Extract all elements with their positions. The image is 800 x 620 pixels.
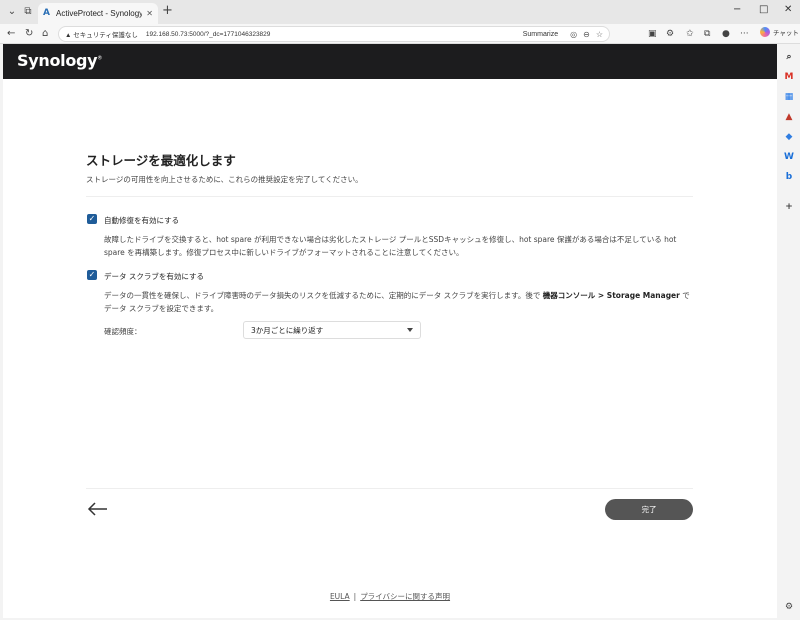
copilot-side-icon[interactable]: ◆	[784, 132, 794, 142]
summarize-button[interactable]: Summarize	[523, 31, 558, 38]
workspaces-icon[interactable]: ⧉	[20, 4, 36, 20]
back-icon[interactable]: ←	[7, 27, 15, 41]
chevron-down-icon	[407, 328, 413, 332]
url-field[interactable]: ▲ セキュリティ保護なし 192.168.50.73:5000/?_dc=177…	[58, 26, 610, 42]
divider	[86, 196, 693, 197]
url-text: 192.168.50.73:5000/?_dc=1771046323829	[145, 30, 271, 38]
frequency-value: 3か月ごとに繰り返す	[251, 325, 324, 335]
back-arrow-icon[interactable]	[87, 500, 109, 518]
word-icon[interactable]: W	[784, 152, 794, 162]
privacy-link[interactable]: プライバシーに関する声明	[360, 592, 450, 601]
storage-manager-path: 機器コンソール > Storage Manager	[542, 291, 680, 300]
page-title: ストレージを最適化します	[86, 153, 236, 168]
home-icon[interactable]: ⌂	[42, 27, 48, 41]
notion-icon[interactable]: ▣	[648, 27, 657, 41]
auto-repair-label[interactable]: 自動修復を有効にする	[104, 215, 179, 226]
reader-icon[interactable]: ◎	[570, 30, 577, 39]
close-window-button[interactable]: ✕	[784, 2, 792, 18]
auto-repair-checkbox[interactable]: ✓	[87, 214, 97, 224]
frequency-select[interactable]: 3か月ごとに繰り返す	[243, 321, 421, 339]
outlook-icon[interactable]: ▦	[784, 92, 794, 102]
data-scrub-description: データの一貫性を確保し、ドライブ障害時のデータ損失のリスクを低減するために、定期…	[104, 291, 690, 313]
footer-separator: |	[353, 592, 357, 601]
page-subtitle: ストレージの可用性を向上させるために、これらの推奨設定を完了してください。	[86, 175, 363, 184]
browser-sidebar: ⌕ M ▦ ▲ ◆ W b + ⚙	[778, 44, 800, 620]
extensions-icon[interactable]: ⚙	[666, 27, 674, 41]
synology-logo: Synology®	[17, 51, 102, 70]
copilot-icon	[760, 27, 770, 37]
browser-tab-bar: ⌄ ⧉ A ActiveProtect - Synology ActiveP ✕…	[0, 0, 800, 24]
add-sidebar-app-icon[interactable]: +	[784, 202, 794, 212]
page-content: Synology® ストレージを最適化します ストレージの可用性を向上させるため…	[3, 44, 777, 618]
tab-title: ActiveProtect - Synology ActiveP	[56, 9, 143, 18]
minimize-button[interactable]: −	[733, 2, 741, 18]
search-icon[interactable]: ⌕	[784, 52, 794, 62]
security-warning[interactable]: ▲ セキュリティ保護なし	[65, 29, 138, 39]
more-menu-icon[interactable]: ···	[740, 27, 749, 41]
profile-avatar[interactable]: ●	[722, 27, 730, 41]
favorites-icon[interactable]: ✩	[686, 27, 694, 41]
browser-address-bar: ← ↻ ⌂ ▲ セキュリティ保護なし 192.168.50.73:5000/?_…	[0, 24, 800, 44]
data-scrub-checkbox[interactable]: ✓	[87, 270, 97, 280]
auto-repair-description: 故障したドライブを交換すると、hot spare が利用できない場合は劣化したス…	[104, 235, 677, 257]
app-header: Synology®	[3, 44, 777, 79]
browser-tab[interactable]: A ActiveProtect - Synology ActiveP ✕	[38, 3, 158, 24]
extension-icon[interactable]: ⊖	[583, 30, 590, 39]
eula-link[interactable]: EULA	[330, 592, 350, 601]
copilot-chat-button[interactable]: チャット	[760, 27, 799, 37]
footer-divider	[86, 488, 693, 489]
favorite-star-icon[interactable]: ☆	[596, 30, 603, 39]
gmail-icon[interactable]: M	[784, 72, 794, 82]
tab-list-icon[interactable]: ⌄	[4, 4, 20, 20]
footer-links: EULA | プライバシーに関する声明	[3, 591, 777, 602]
new-tab-button[interactable]: +	[162, 4, 173, 18]
data-scrub-label[interactable]: データ スクラブを有効にする	[104, 271, 204, 282]
collections-icon[interactable]: ⧉	[704, 27, 710, 41]
done-button[interactable]: 完了	[605, 499, 693, 520]
refresh-icon[interactable]: ↻	[25, 27, 33, 41]
tab-close-icon[interactable]: ✕	[146, 9, 153, 18]
tools-icon[interactable]: ▲	[784, 112, 794, 122]
sidebar-settings-icon[interactable]: ⚙	[784, 602, 794, 612]
frequency-label: 確認頻度：	[104, 327, 142, 336]
maximize-button[interactable]: □	[759, 2, 768, 18]
bing-icon[interactable]: b	[784, 172, 794, 182]
synology-favicon-icon: A	[43, 8, 50, 18]
